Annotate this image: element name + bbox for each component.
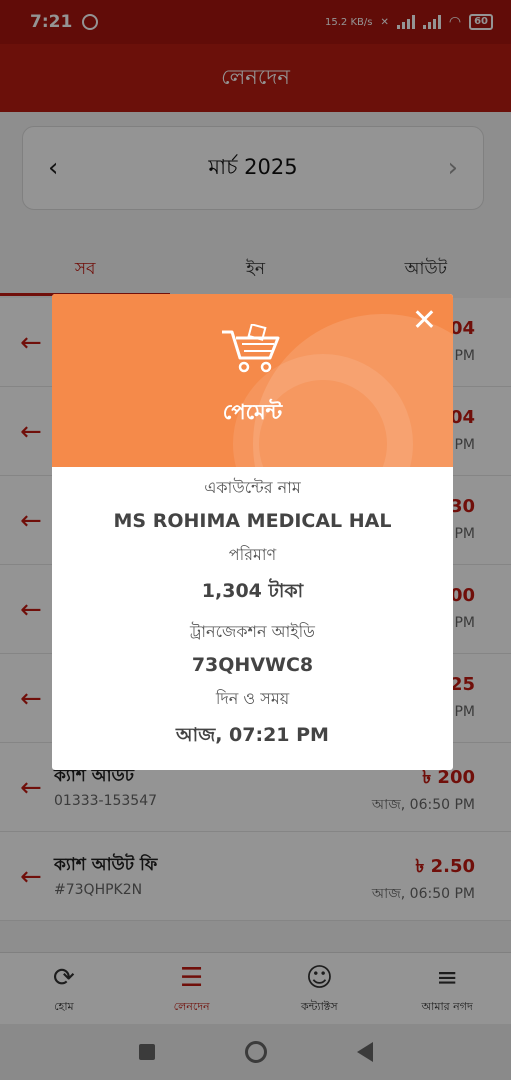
transaction-id-label: ট্রানজেকশন আইডি [190,622,315,641]
amount-label: পরিমাণ [228,545,277,564]
date-time-label: দিন ও সময় [215,689,290,708]
dialog-title: পেমেন্ট [222,400,283,424]
dialog-body: একাউন্টের নাম MS ROHIMA MEDICAL HAL পরিম… [52,467,453,753]
account-name-value: MS ROHIMA MEDICAL HAL [113,510,392,532]
close-icon[interactable]: ✕ [412,306,437,336]
amount-value: 1,304 টাকা [201,580,304,602]
date-time-value: আজ, 07:21 PM [176,724,329,746]
cart-icon [222,324,280,373]
screen: 7:21 15.2 KB/s ✕ ◠ 60 লেনদেন ‹ মার্চ 202… [0,0,511,1080]
payment-dialog: ✕ পেমেন্ট একাউন্টের নাম MS ROHIMA MEDICA… [52,294,453,770]
transaction-id-value: 73QHVWC8 [191,654,314,676]
dialog-header: ✕ পেমেন্ট [52,294,453,467]
account-name-label: একাউন্টের নাম [204,478,301,497]
